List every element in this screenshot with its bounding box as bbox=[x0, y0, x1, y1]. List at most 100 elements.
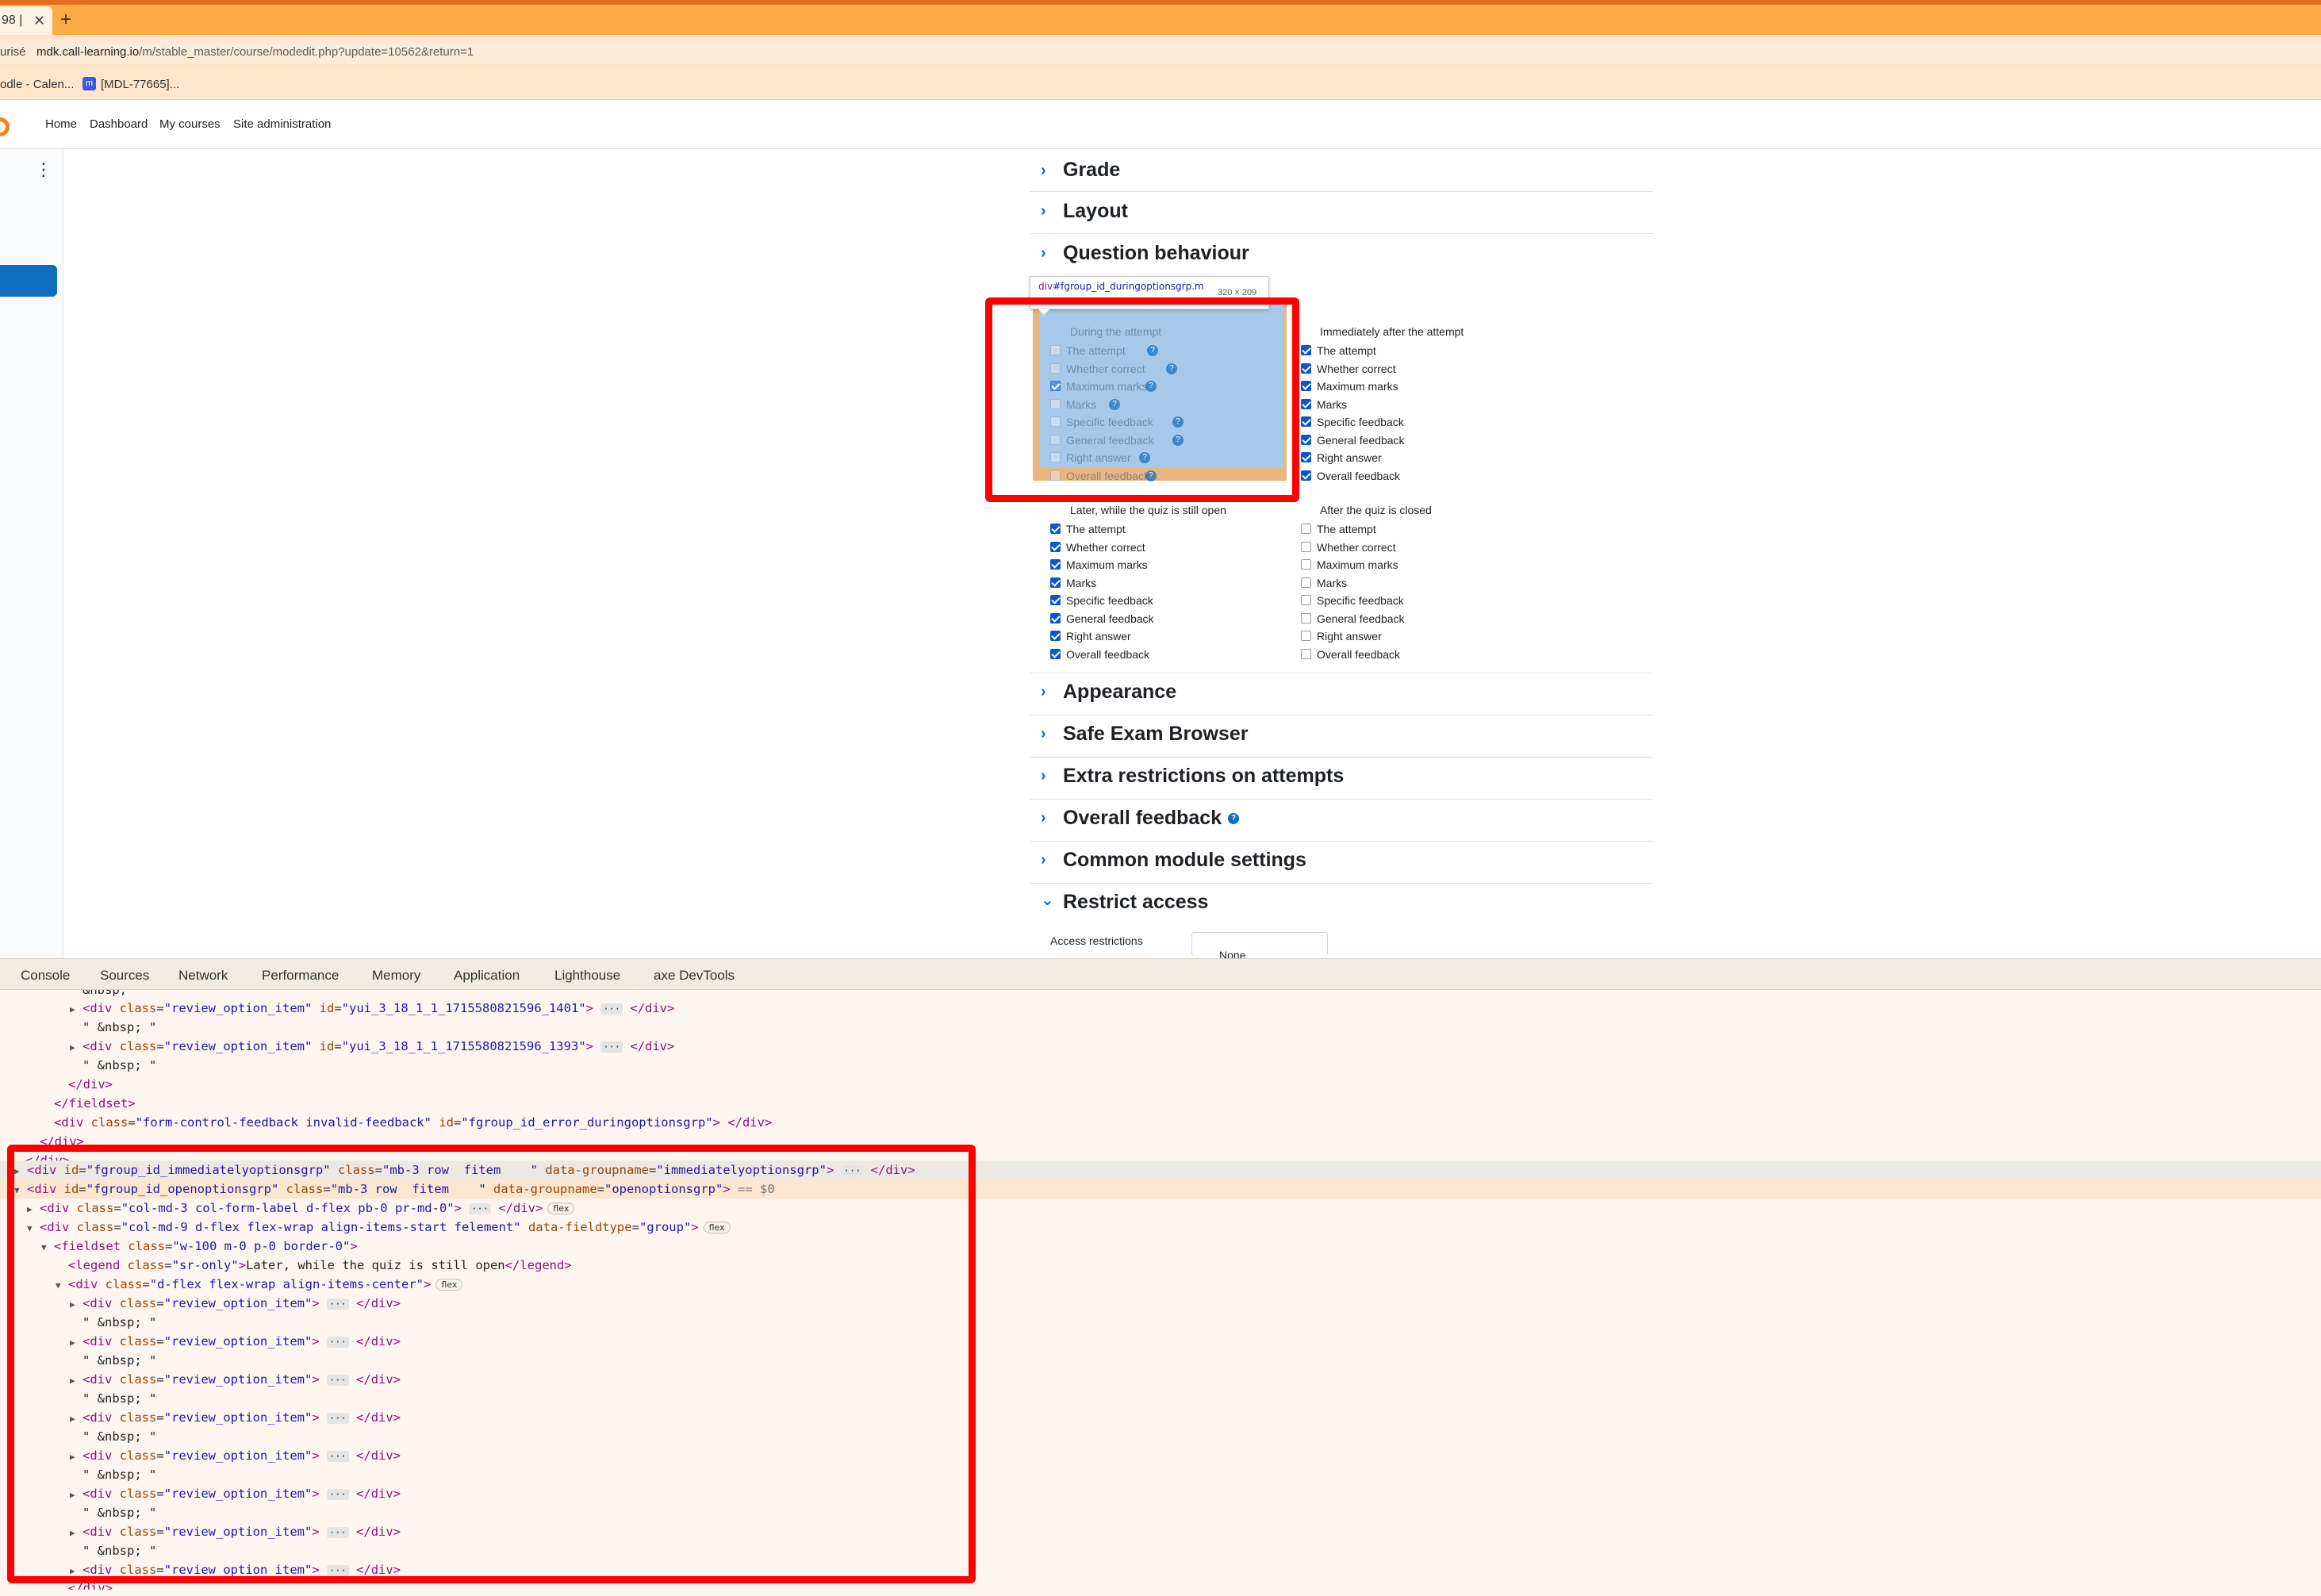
section-title: Grade bbox=[1063, 159, 1121, 181]
dom-node[interactable]: ▶ <div class="review_option_item" id="yui… bbox=[0, 1037, 2321, 1056]
option-label: General feedback bbox=[1317, 434, 1405, 447]
checkbox[interactable] bbox=[1301, 452, 1311, 462]
checkbox[interactable] bbox=[1301, 524, 1311, 534]
option-label: Whether correct bbox=[1317, 541, 1396, 554]
option-label: Maximum marks bbox=[1317, 380, 1398, 393]
chevron-right-icon: › bbox=[1041, 851, 1046, 869]
nav-dashboard[interactable]: Dashboard bbox=[90, 117, 148, 131]
drawer-active-button[interactable] bbox=[0, 265, 57, 297]
checkbox[interactable] bbox=[1050, 524, 1061, 534]
checkbox[interactable] bbox=[1301, 577, 1311, 588]
option-label: Maximum marks bbox=[1317, 558, 1398, 571]
checkbox[interactable] bbox=[1301, 595, 1311, 605]
checkbox[interactable] bbox=[1050, 577, 1061, 588]
review-group-heading: Later, while the quiz is still open bbox=[1070, 504, 1226, 516]
section-layout[interactable]: › Layout bbox=[1030, 192, 1653, 234]
section-safe-exam-browser[interactable]: › Safe Exam Browser bbox=[1030, 716, 1653, 758]
dom-node[interactable]: ▶ <div class="review_option_item" id="yui… bbox=[0, 999, 2321, 1018]
tab-application[interactable]: Application bbox=[454, 968, 520, 984]
option-label: Maximum marks bbox=[1066, 558, 1148, 571]
checkbox[interactable] bbox=[1050, 631, 1061, 641]
checkbox[interactable] bbox=[1301, 613, 1311, 623]
dom-node[interactable]: </div> bbox=[0, 1075, 2321, 1094]
option-label: General feedback bbox=[1066, 612, 1154, 625]
section-common-module-settings[interactable]: › Common module settings bbox=[1030, 842, 1653, 884]
chevron-right-icon: › bbox=[1041, 809, 1046, 827]
section-restrict-access[interactable]: ⌄ Restrict access bbox=[1030, 884, 1653, 926]
tab-bar: 98 | ✕ + bbox=[0, 5, 2321, 35]
checkbox[interactable] bbox=[1301, 542, 1311, 552]
option-label: Specific feedback bbox=[1317, 416, 1404, 428]
tab-sources[interactable]: Sources bbox=[100, 968, 149, 984]
close-tab-icon[interactable]: ✕ bbox=[33, 13, 45, 29]
checkbox[interactable] bbox=[1301, 363, 1311, 374]
tab-network[interactable]: Network bbox=[178, 968, 228, 984]
annotation-box-during-attempt bbox=[985, 297, 1299, 502]
option-label: Overall feedback bbox=[1317, 648, 1401, 661]
tab-memory[interactable]: Memory bbox=[372, 968, 420, 984]
help-icon[interactable]: ? bbox=[1228, 813, 1240, 825]
option-label: Whether correct bbox=[1066, 541, 1145, 554]
checkbox[interactable] bbox=[1301, 399, 1311, 409]
tab-axe-devtools[interactable]: axe DevTools bbox=[654, 968, 735, 984]
checkbox[interactable] bbox=[1050, 559, 1061, 570]
annotation-box-devtools-code bbox=[7, 1145, 976, 1583]
chevron-right-icon: › bbox=[1041, 683, 1046, 700]
tab-lighthouse[interactable]: Lighthouse bbox=[554, 968, 620, 984]
option-label: Whether correct bbox=[1317, 363, 1396, 375]
chevron-right-icon: › bbox=[1041, 162, 1046, 179]
bookmark-calendar[interactable]: odle - Calen... bbox=[0, 78, 74, 91]
checkbox[interactable] bbox=[1301, 649, 1311, 659]
bookmarks-bar: odle - Calen... m [MDL-77665]... bbox=[0, 68, 2321, 100]
checkbox[interactable] bbox=[1301, 559, 1311, 570]
checkbox[interactable] bbox=[1301, 470, 1311, 481]
url-field[interactable]: urisé mdk.call-learning.io/m/stable_mast… bbox=[0, 39, 2321, 64]
new-tab-button[interactable]: + bbox=[60, 10, 71, 29]
site-navbar: Home Dashboard My courses Site administr… bbox=[0, 100, 2321, 149]
chevron-down-icon: ⌄ bbox=[1041, 892, 1054, 909]
checkbox[interactable] bbox=[1301, 345, 1311, 355]
bookmark-mdl-issue[interactable]: [MDL-77665]... bbox=[101, 78, 179, 91]
moodle-logo-icon[interactable] bbox=[0, 117, 10, 136]
checkbox[interactable] bbox=[1301, 435, 1311, 445]
tooltip-size: 320 × 209 bbox=[1218, 288, 1257, 297]
dom-node[interactable]: <div class="form-control-feedback invali… bbox=[0, 1113, 2321, 1132]
tracker-bookmark-icon: m bbox=[82, 77, 96, 90]
dom-text-node[interactable]: " &nbsp; " bbox=[0, 1056, 2321, 1075]
option-label: The attempt bbox=[1317, 344, 1376, 357]
checkbox[interactable] bbox=[1050, 613, 1061, 623]
section-extra-restrictions[interactable]: › Extra restrictions on attempts bbox=[1030, 758, 1653, 800]
option-label: Specific feedback bbox=[1066, 594, 1153, 607]
more-options-icon[interactable]: ⋮ bbox=[35, 161, 52, 178]
nav-site-administration[interactable]: Site administration bbox=[233, 117, 331, 131]
course-index-drawer: ⋮ bbox=[0, 149, 63, 958]
checkbox[interactable] bbox=[1301, 381, 1311, 391]
section-question-behaviour[interactable]: › Question behaviour bbox=[1030, 234, 1653, 276]
section-overall-feedback[interactable]: › Overall feedback? bbox=[1030, 800, 1653, 842]
nav-home[interactable]: Home bbox=[45, 117, 77, 131]
chevron-right-icon: › bbox=[1041, 725, 1046, 742]
checkbox[interactable] bbox=[1301, 631, 1311, 641]
tab-console[interactable]: Console bbox=[21, 968, 70, 984]
checkbox[interactable] bbox=[1050, 595, 1061, 605]
option-label: Right answer bbox=[1317, 451, 1382, 464]
nav-my-courses[interactable]: My courses bbox=[159, 117, 221, 131]
section-grade[interactable]: › Grade bbox=[1030, 152, 1653, 192]
section-appearance[interactable]: › Appearance bbox=[1030, 673, 1653, 716]
option-label: Overall feedback bbox=[1317, 470, 1401, 482]
option-label: The attempt bbox=[1317, 523, 1376, 535]
section-title: Overall feedback? bbox=[1063, 807, 1240, 830]
browser-tab[interactable]: 98 | ✕ bbox=[0, 6, 52, 35]
option-label: Right answer bbox=[1317, 630, 1382, 643]
checkbox[interactable] bbox=[1050, 542, 1061, 552]
tab-title: 98 | bbox=[2, 13, 23, 27]
section-title: Restrict access bbox=[1063, 891, 1209, 913]
dom-text-node[interactable]: " &nbsp; " bbox=[0, 1018, 2321, 1037]
dom-node[interactable]: </fieldset> bbox=[0, 1094, 2321, 1113]
section-title: Appearance bbox=[1063, 681, 1177, 703]
access-restrictions-value: None bbox=[1191, 932, 1328, 961]
address-bar: urisé mdk.call-learning.io/m/stable_mast… bbox=[0, 35, 2321, 68]
checkbox[interactable] bbox=[1301, 416, 1311, 427]
checkbox[interactable] bbox=[1050, 649, 1061, 659]
tab-performance[interactable]: Performance bbox=[262, 968, 339, 984]
